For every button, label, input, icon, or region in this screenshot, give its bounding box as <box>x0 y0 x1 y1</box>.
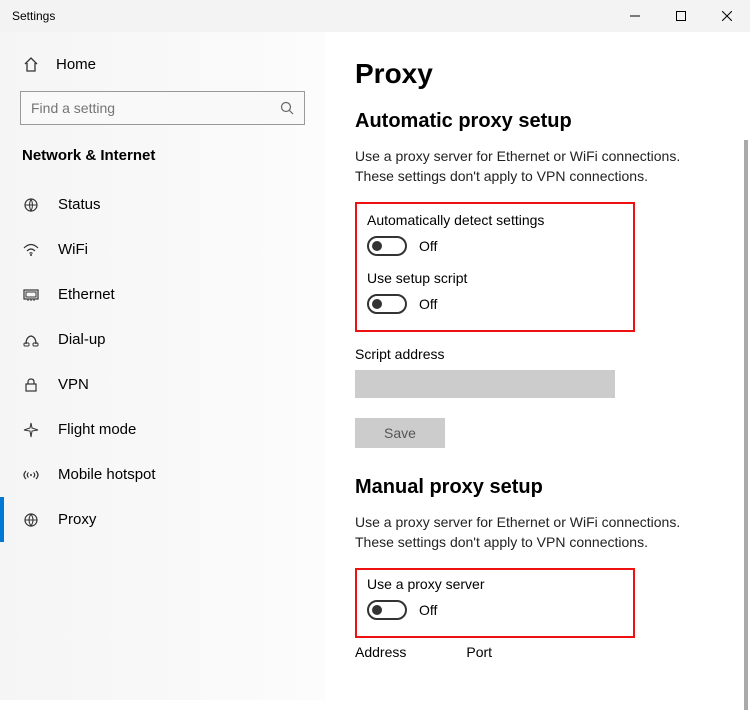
sidebar-item-label: Status <box>58 196 101 213</box>
vpn-icon <box>22 378 40 392</box>
script-address-label: Script address <box>355 346 720 362</box>
status-icon <box>22 197 40 213</box>
setup-script-state: Off <box>419 296 437 312</box>
auto-detect-label: Automatically detect settings <box>367 212 623 228</box>
dialup-icon <box>22 333 40 347</box>
close-button[interactable] <box>704 0 750 32</box>
toggle-knob-icon <box>372 241 382 251</box>
section-heading-manual: Manual proxy setup <box>355 476 720 499</box>
content-pane: Proxy Automatic proxy setup Use a proxy … <box>325 32 750 700</box>
window-title: Settings <box>12 9 55 23</box>
manual-port-label: Port <box>466 644 492 660</box>
minimize-button[interactable] <box>612 0 658 32</box>
use-proxy-state: Off <box>419 602 437 618</box>
use-proxy-toggle[interactable] <box>367 600 407 620</box>
sidebar-item-label: Mobile hotspot <box>58 466 156 483</box>
auto-detect-toggle[interactable] <box>367 236 407 256</box>
highlight-manual-toggle: Use a proxy server Off <box>355 568 635 638</box>
sidebar-item-label: WiFi <box>58 241 88 258</box>
maximize-icon <box>676 11 686 21</box>
home-icon <box>22 57 40 73</box>
section-heading-auto: Automatic proxy setup <box>355 110 720 133</box>
setup-script-label: Use setup script <box>367 270 623 286</box>
minimize-icon <box>630 11 640 21</box>
sidebar-item-label: Flight mode <box>58 421 136 438</box>
sidebar-item-home[interactable]: Home <box>0 46 325 91</box>
airplane-icon <box>22 422 40 438</box>
use-proxy-label: Use a proxy server <box>367 576 623 592</box>
home-label: Home <box>56 56 96 73</box>
sidebar-item-wifi[interactable]: WiFi <box>0 227 325 272</box>
script-address-input[interactable] <box>355 370 615 398</box>
highlight-auto-toggles: Automatically detect settings Off Use se… <box>355 202 635 332</box>
page-title: Proxy <box>355 58 720 90</box>
sidebar: Home Network & Internet Status WiFi Et <box>0 32 325 700</box>
search-input[interactable] <box>31 100 280 116</box>
auto-description: Use a proxy server for Ethernet or WiFi … <box>355 147 720 186</box>
window-controls <box>612 0 750 32</box>
sidebar-item-label: Proxy <box>58 511 96 528</box>
sidebar-section-title: Network & Internet <box>0 147 325 182</box>
manual-address-label: Address <box>355 644 406 660</box>
scrollbar[interactable] <box>744 140 748 710</box>
title-bar: Settings <box>0 0 750 32</box>
toggle-knob-icon <box>372 605 382 615</box>
sidebar-item-label: Dial-up <box>58 331 106 348</box>
hotspot-icon <box>22 468 40 482</box>
search-box[interactable] <box>20 91 305 125</box>
sidebar-item-proxy[interactable]: Proxy <box>0 497 325 542</box>
wifi-icon <box>22 243 40 257</box>
sidebar-item-status[interactable]: Status <box>0 182 325 227</box>
sidebar-item-ethernet[interactable]: Ethernet <box>0 272 325 317</box>
sidebar-item-flightmode[interactable]: Flight mode <box>0 407 325 452</box>
sidebar-item-dialup[interactable]: Dial-up <box>0 317 325 362</box>
sidebar-item-label: VPN <box>58 376 89 393</box>
sidebar-item-hotspot[interactable]: Mobile hotspot <box>0 452 325 497</box>
sidebar-item-label: Ethernet <box>58 286 115 303</box>
maximize-button[interactable] <box>658 0 704 32</box>
auto-detect-state: Off <box>419 238 437 254</box>
setup-script-toggle[interactable] <box>367 294 407 314</box>
ethernet-icon <box>22 288 40 302</box>
proxy-icon <box>22 512 40 528</box>
sidebar-item-vpn[interactable]: VPN <box>0 362 325 407</box>
close-icon <box>722 11 732 21</box>
search-icon <box>280 101 294 115</box>
manual-description: Use a proxy server for Ethernet or WiFi … <box>355 513 720 552</box>
save-button[interactable]: Save <box>355 418 445 448</box>
toggle-knob-icon <box>372 299 382 309</box>
